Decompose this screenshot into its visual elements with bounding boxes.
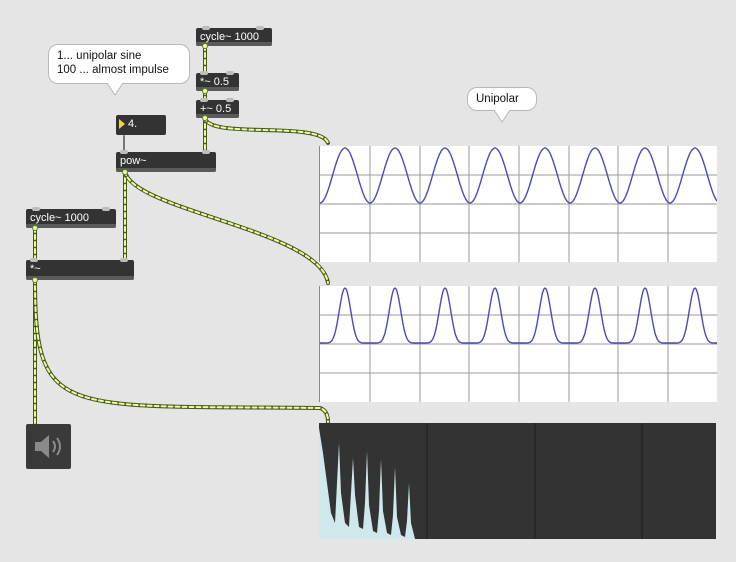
comment-tail [107, 83, 124, 96]
scope-unipolar-plot [320, 146, 717, 262]
object-label: pow~ [120, 155, 147, 167]
speaker-icon [35, 435, 61, 458]
exponent-number-box[interactable]: 4. [116, 115, 166, 135]
multiply-object[interactable]: *~ [26, 258, 134, 283]
number-triangle-icon [119, 119, 125, 129]
comment-line-2: 100 ... almost impulse [57, 64, 169, 76]
cycle-object-left[interactable]: cycle~ 1000 [26, 207, 116, 231]
add-half-object[interactable]: +~ 0.5 [196, 98, 239, 121]
multiply-half-object[interactable]: *~ 0.5 [196, 71, 239, 94]
spectroscope[interactable] [319, 423, 716, 539]
object-label: *~ [30, 263, 41, 275]
number-value: 4. [128, 118, 138, 130]
pow-object[interactable]: pow~ [116, 150, 216, 175]
scope-pow-plot [320, 286, 717, 402]
patch-cord [123, 169, 330, 285]
dac-button[interactable] [26, 424, 71, 469]
comment-unipolar-text: Unipolar [476, 93, 519, 105]
comment-exponent-help: 1... unipolar sine 100 ... almost impuls… [48, 44, 190, 96]
comment-unipolar: Unipolar [467, 87, 537, 123]
spectroscope-plot [319, 423, 643, 539]
cycle-object-top[interactable]: cycle~ 1000 [196, 26, 272, 49]
scope-unipolar[interactable] [319, 146, 717, 262]
object-label: cycle~ 1000 [30, 212, 90, 224]
scope-pow[interactable] [319, 286, 717, 402]
patcher-canvas: 1... unipolar sine 100 ... almost impuls… [0, 0, 736, 562]
comment-tail [494, 110, 511, 123]
comment-line-1: 1... unipolar sine [57, 50, 142, 62]
object-label: *~ 0.5 [200, 76, 230, 88]
object-label: +~ 0.5 [200, 103, 232, 115]
patch-cord [33, 277, 330, 424]
object-label: cycle~ 1000 [200, 31, 260, 43]
